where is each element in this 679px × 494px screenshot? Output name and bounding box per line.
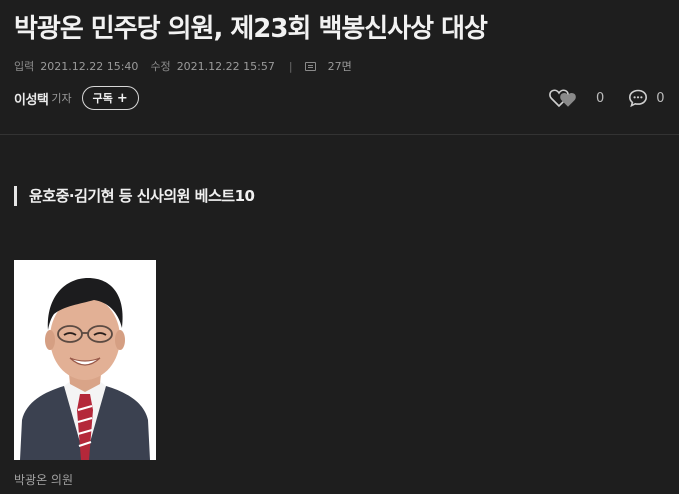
photo-caption: 박광온 의원	[14, 473, 74, 487]
plus-icon: +	[116, 90, 128, 106]
heart-icon	[549, 89, 576, 108]
article-subheading: 윤호중·김기현 등 신사의원 베스트10	[14, 186, 255, 206]
comment-count: 0	[656, 90, 665, 106]
article-page: 박광온 민주당 의원, 제23회 백봉신사상 대상 입력 2021.12.22 …	[0, 0, 679, 494]
meta-separator: |	[288, 59, 293, 73]
subscribe-label: 구독	[92, 92, 113, 105]
author-name[interactable]: 이성택	[14, 89, 49, 108]
comment-button[interactable]: 0	[628, 88, 665, 108]
article-headline: 박광온 민주당 의원, 제23회 백봉신사상 대상	[14, 14, 488, 44]
published-label: 입력	[14, 60, 35, 73]
article-meta: 입력 2021.12.22 15:40 수정 2021.12.22 15:57 …	[14, 58, 364, 74]
author-row: 이성택 기자 구독 +	[14, 86, 139, 110]
like-button[interactable]: 0	[549, 88, 604, 108]
modified-time: 2021.12.22 15:57	[176, 59, 275, 73]
header-divider	[0, 134, 679, 135]
newspaper-page-icon	[304, 61, 316, 71]
author-role: 기자	[51, 92, 72, 105]
comment-bubble-icon	[629, 89, 648, 108]
modified-label: 수정	[150, 60, 171, 73]
page-info: 27면	[327, 60, 352, 73]
portrait-photo[interactable]	[14, 260, 156, 460]
portrait-image	[14, 260, 156, 460]
published-time: 2021.12.22 15:40	[40, 59, 139, 73]
like-count: 0	[596, 90, 605, 106]
subscribe-button[interactable]: 구독 +	[81, 86, 139, 110]
reactions-bar: 0 0	[549, 88, 665, 108]
